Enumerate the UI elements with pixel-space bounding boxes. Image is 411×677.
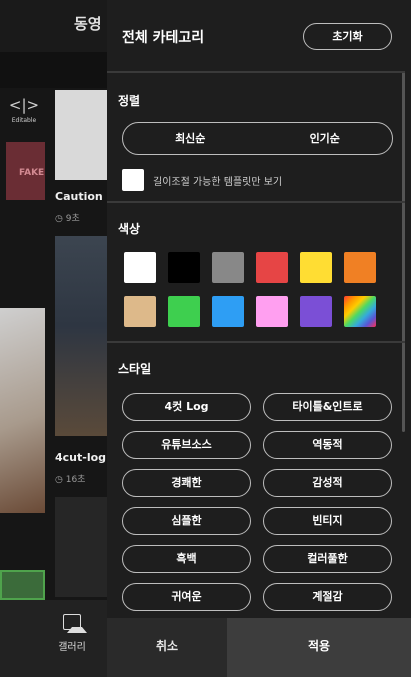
color-swatch[interactable] bbox=[124, 296, 156, 327]
gallery-label: 갤러리 bbox=[58, 642, 86, 653]
color-swatch[interactable] bbox=[212, 252, 244, 283]
section-divider bbox=[107, 201, 405, 203]
clock-icon: ◷ bbox=[55, 475, 63, 485]
style-option[interactable]: 타이틀&인트로 bbox=[263, 393, 392, 421]
background-page-title: 동영 bbox=[74, 15, 102, 33]
color-swatch[interactable] bbox=[256, 252, 288, 283]
style-option[interactable]: 빈티지 bbox=[263, 507, 392, 535]
style-section-title: 스타일 bbox=[118, 362, 152, 376]
filter-panel bbox=[107, 0, 411, 677]
style-option[interactable]: 귀여운 bbox=[122, 583, 251, 611]
adjustable-only-checkbox[interactable] bbox=[122, 169, 144, 191]
color-section-title: 색상 bbox=[118, 222, 141, 236]
style-option[interactable]: 흑백 bbox=[122, 545, 251, 573]
style-option[interactable]: 경쾌한 bbox=[122, 469, 251, 497]
panel-scrollbar[interactable] bbox=[402, 72, 405, 432]
image-icon bbox=[63, 614, 87, 633]
background-tab-strip bbox=[0, 52, 107, 88]
color-swatch[interactable] bbox=[256, 296, 288, 327]
style-option[interactable]: 감성적 bbox=[263, 469, 392, 497]
style-option[interactable]: 유튜브소스 bbox=[122, 431, 251, 459]
color-swatch[interactable] bbox=[300, 252, 332, 283]
section-divider bbox=[107, 341, 405, 343]
sort-option-popular[interactable]: 인기순 bbox=[258, 123, 393, 154]
style-option[interactable]: 컬러풀한 bbox=[263, 545, 392, 573]
editable-filter[interactable]: <|> Editable bbox=[6, 97, 42, 124]
color-swatch[interactable] bbox=[344, 252, 376, 283]
color-swatch[interactable] bbox=[300, 296, 332, 327]
panel-title: 전체 카테고리 bbox=[122, 30, 205, 46]
template-card-image[interactable] bbox=[55, 497, 107, 597]
clock-icon: ◷ bbox=[55, 214, 63, 224]
style-option[interactable]: 역동적 bbox=[263, 431, 392, 459]
template-card-duration: ◷ 9초 bbox=[55, 214, 80, 224]
template-card-duration: ◷ 16초 bbox=[55, 475, 86, 485]
code-brackets-icon: <|> bbox=[8, 96, 40, 114]
style-option[interactable]: 심플한 bbox=[122, 507, 251, 535]
cancel-button[interactable]: 취소 bbox=[107, 618, 227, 677]
template-card-image[interactable] bbox=[55, 90, 107, 180]
adjustable-only-option[interactable]: 길이조절 가능한 템플릿만 보기 bbox=[122, 169, 282, 191]
template-card-image[interactable] bbox=[55, 236, 107, 436]
editable-label: Editable bbox=[11, 117, 37, 124]
sort-option-latest[interactable]: 최신순 bbox=[123, 123, 258, 154]
adjustable-only-label: 길이조절 가능한 템플릿만 보기 bbox=[153, 176, 283, 188]
template-thumbnail[interactable]: FAKE bbox=[6, 142, 45, 200]
color-swatch[interactable] bbox=[124, 252, 156, 283]
template-card-image[interactable] bbox=[0, 308, 45, 513]
section-divider bbox=[107, 71, 405, 73]
apply-button[interactable]: 적용 bbox=[227, 618, 411, 677]
sort-section-title: 정렬 bbox=[118, 94, 141, 108]
gallery-button[interactable]: 갤러리 bbox=[48, 610, 96, 653]
style-option[interactable]: 계절감 bbox=[263, 583, 392, 611]
color-swatch[interactable] bbox=[168, 296, 200, 327]
style-option[interactable]: 4컷 Log bbox=[122, 393, 251, 421]
color-swatch[interactable] bbox=[344, 296, 376, 327]
reset-button[interactable]: 초기화 bbox=[303, 23, 392, 50]
thumbnail-text: FAKE bbox=[19, 168, 45, 178]
sort-toggle: 최신순 인기순 bbox=[122, 122, 393, 155]
template-thumbnail[interactable] bbox=[0, 570, 45, 600]
color-swatch[interactable] bbox=[212, 296, 244, 327]
color-swatch[interactable] bbox=[168, 252, 200, 283]
